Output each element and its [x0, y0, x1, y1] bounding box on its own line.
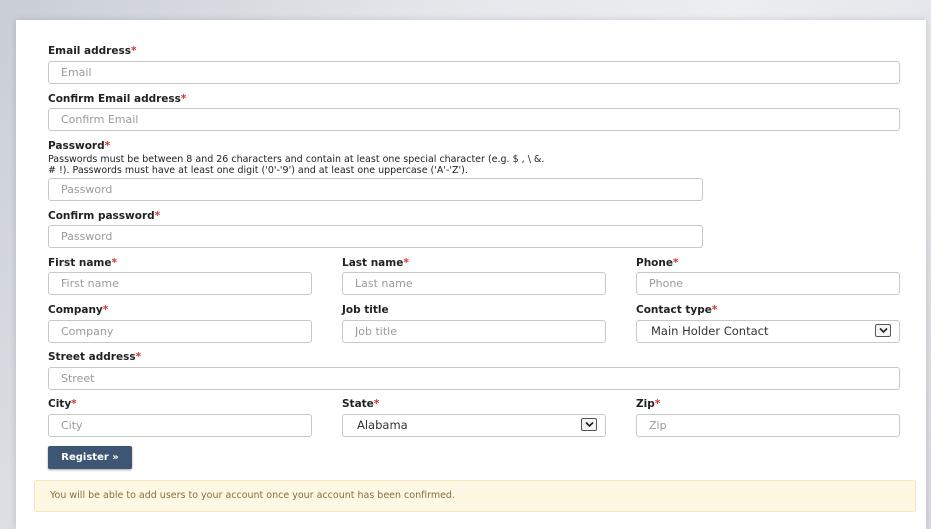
zip-label: Zip* [636, 398, 661, 410]
street-label: Street address* [48, 351, 142, 363]
email-label: Email address* [48, 45, 137, 57]
contact-type-label: Contact type* [636, 304, 718, 316]
first-name-input[interactable] [48, 272, 312, 295]
last-name-input[interactable] [342, 272, 606, 295]
state-value: Alabama [357, 418, 408, 432]
company-label: Company* [48, 304, 109, 316]
password-help-text: Passwords must be between 8 and 26 chara… [48, 154, 545, 176]
phone-input[interactable] [636, 272, 900, 295]
company-input[interactable] [48, 320, 312, 343]
password-input[interactable] [48, 178, 703, 201]
confirm-email-input[interactable] [48, 108, 900, 131]
phone-label: Phone* [636, 257, 679, 269]
contact-type-value: Main Holder Contact [651, 324, 769, 338]
contact-type-select[interactable]: Main Holder Contact [636, 320, 900, 343]
state-select[interactable]: Alabama [342, 414, 606, 437]
confirm-password-input[interactable] [48, 225, 703, 248]
chevron-down-icon[interactable] [581, 418, 597, 431]
last-name-label: Last name* [342, 257, 409, 269]
zip-input[interactable] [636, 414, 900, 437]
confirm-password-label: Confirm password* [48, 210, 161, 222]
city-label: City* [48, 398, 77, 410]
job-title-label: Job title [342, 304, 389, 316]
first-name-label: First name* [48, 257, 117, 269]
register-button[interactable]: Register » [48, 446, 132, 469]
street-input[interactable] [48, 367, 900, 390]
account-confirmation-notice: You will be able to add users to your ac… [34, 480, 916, 512]
city-input[interactable] [48, 414, 312, 437]
email-input[interactable] [48, 61, 900, 84]
job-title-input[interactable] [342, 320, 606, 343]
chevron-down-icon[interactable] [875, 324, 891, 337]
confirm-email-label: Confirm Email address* [48, 93, 187, 105]
password-label: Password* [48, 140, 111, 152]
state-label: State* [342, 398, 380, 410]
